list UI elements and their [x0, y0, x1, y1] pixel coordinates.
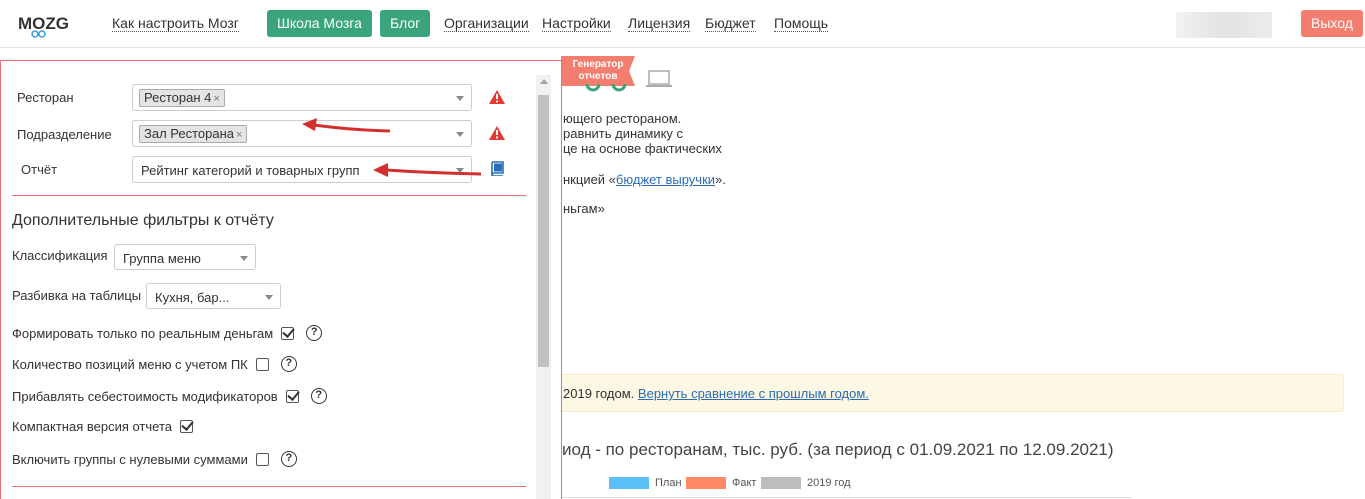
option-real-money-label: Формировать только по реальным деньгам — [12, 325, 274, 341]
annotation-arrow-icon — [302, 118, 391, 133]
nav-how-to-setup[interactable]: Как настроить Мозг — [112, 16, 239, 32]
split-label: Разбивка на таблицы — [12, 288, 142, 303]
option-modifier-cost: Прибавлять себестоимость модификаторов ? — [12, 388, 327, 404]
nav-budget[interactable]: Бюджет — [705, 16, 756, 32]
division-tag-label: Зал Ресторана — [144, 126, 235, 141]
green-dots-icon — [585, 84, 627, 92]
help-icon[interactable]: ? — [280, 451, 297, 467]
option-modifier-cost-checkbox[interactable] — [285, 389, 299, 403]
nav-settings[interactable]: Настройки — [542, 16, 611, 32]
bg-line-3: це на основе фактических — [563, 141, 722, 156]
classification-label: Классификация — [12, 248, 108, 263]
restaurant-tag-label: Ресторан 4 — [144, 90, 212, 105]
extra-filters-title: Дополнительные фильтры к отчёту — [12, 212, 274, 229]
nav-blog-button[interactable]: Блог — [380, 10, 431, 37]
legend-fact[interactable]: Факт — [686, 476, 756, 490]
chart-title: иод - по ресторанам, тыс. руб. (за перио… — [562, 440, 1114, 459]
chevron-down-icon — [240, 256, 248, 261]
mozg-logo[interactable]: MOZG — [18, 10, 78, 38]
logout-button[interactable]: Выход — [1301, 10, 1363, 37]
warning-icon[interactable] — [489, 126, 505, 140]
report-select-value: Рейтинг категорий и товарных групп — [141, 163, 360, 178]
nav-license[interactable]: Лицензия — [628, 16, 691, 32]
restaurant-select[interactable]: Ресторан 4 × — [132, 84, 472, 111]
split-select[interactable]: Кухня, бар... — [146, 283, 281, 309]
chart-axis-line — [562, 497, 1132, 498]
division-tag: Зал Ресторана × — [139, 125, 248, 143]
bg-line-5: ньгам» — [563, 201, 605, 216]
bg-line-4-suffix: ». — [715, 172, 726, 187]
option-compact: Компактная версия отчета — [12, 419, 193, 434]
option-modifier-cost-label: Прибавлять себестоимость модификаторов — [12, 388, 278, 404]
legend-2019-swatch — [761, 477, 801, 489]
option-zero-groups: Включить группы с нулевыми суммами ? — [12, 451, 297, 467]
restaurant-label: Ресторан — [17, 90, 74, 105]
legend-plan-label: План — [655, 477, 682, 489]
division-tag-remove-icon[interactable]: × — [236, 129, 242, 141]
comparison-alert: 2019 годом. Вернуть сравнение с прошлым … — [540, 374, 1344, 412]
help-icon[interactable]: ? — [280, 356, 297, 372]
restore-comparison-link[interactable]: Вернуть сравнение с прошлым годом. — [638, 386, 869, 401]
option-real-money: Формировать только по реальным деньгам ? — [12, 325, 323, 341]
warning-icon[interactable] — [489, 90, 505, 104]
restaurant-tag-remove-icon[interactable]: × — [213, 93, 219, 105]
chevron-down-icon — [456, 96, 464, 101]
laptop-icon — [646, 70, 672, 87]
scrollbar-thumb[interactable] — [538, 95, 549, 367]
option-zero-groups-checkbox[interactable] — [255, 452, 269, 466]
chevron-down-icon — [456, 132, 464, 137]
budget-revenue-link[interactable]: бюджет выручки — [616, 172, 715, 187]
annotation-arrow-icon — [373, 163, 482, 177]
report-label: Отчёт — [21, 162, 58, 177]
nav-school-button[interactable]: Школа Мозга — [267, 10, 372, 37]
top-navigation: MOZG Как настроить Мозг Школа Мозга Блог… — [0, 0, 1365, 48]
option-menu-positions: Количество позиций меню с учетом ПК ? — [12, 356, 297, 372]
legend-fact-label: Факт — [732, 477, 757, 489]
alert-text: 2019 годом. Вернуть сравнение с прошлым … — [563, 386, 869, 401]
option-menu-positions-checkbox[interactable] — [255, 357, 269, 371]
nav-organizations[interactable]: Организации — [444, 16, 529, 32]
option-real-money-checkbox[interactable] — [281, 326, 295, 340]
option-compact-label: Компактная версия отчета — [12, 419, 172, 434]
bg-line-4-prefix: нкцией « — [563, 172, 616, 187]
restaurant-tag: Ресторан 4 × — [139, 89, 225, 107]
scroll-up-icon[interactable] — [540, 79, 548, 84]
book-icon[interactable] — [490, 161, 505, 176]
classification-select[interactable]: Группа меню — [114, 244, 256, 270]
help-icon[interactable]: ? — [306, 325, 323, 341]
option-compact-checkbox[interactable] — [180, 420, 193, 433]
chevron-down-icon — [265, 295, 273, 300]
bg-line-1: ющего рестораном. — [563, 111, 682, 126]
legend-fact-swatch — [686, 477, 726, 489]
nav-help[interactable]: Помощь — [774, 16, 829, 32]
legend-plan[interactable]: План — [609, 476, 682, 490]
svg-text:MOZG: MOZG — [18, 14, 69, 33]
bg-line-4: нкцией «бюджет выручки». — [563, 172, 726, 187]
section-divider-bottom — [12, 486, 526, 487]
report-generator-ribbon: Генератор отчетов — [561, 56, 635, 86]
split-select-value: Кухня, бар... — [155, 290, 230, 305]
legend-2019[interactable]: 2019 год — [761, 476, 851, 490]
option-zero-groups-label: Включить группы с нулевыми суммами — [12, 451, 248, 467]
division-label: Подразделение — [17, 127, 112, 142]
user-name-blurred — [1176, 12, 1272, 38]
legend-plan-swatch — [609, 477, 649, 489]
legend-2019-label: 2019 год — [807, 477, 851, 489]
filter-panel: Ресторан Ресторан 4 × Подразделение Зал Р… — [0, 60, 562, 499]
help-icon[interactable]: ? — [310, 388, 327, 404]
classification-select-value: Группа меню — [123, 251, 201, 266]
option-menu-positions-label: Количество позиций меню с учетом ПК — [12, 356, 248, 372]
alert-message: 2019 годом. — [563, 386, 635, 401]
bg-line-2: равнить динамику с — [563, 126, 684, 141]
section-divider — [12, 195, 526, 196]
